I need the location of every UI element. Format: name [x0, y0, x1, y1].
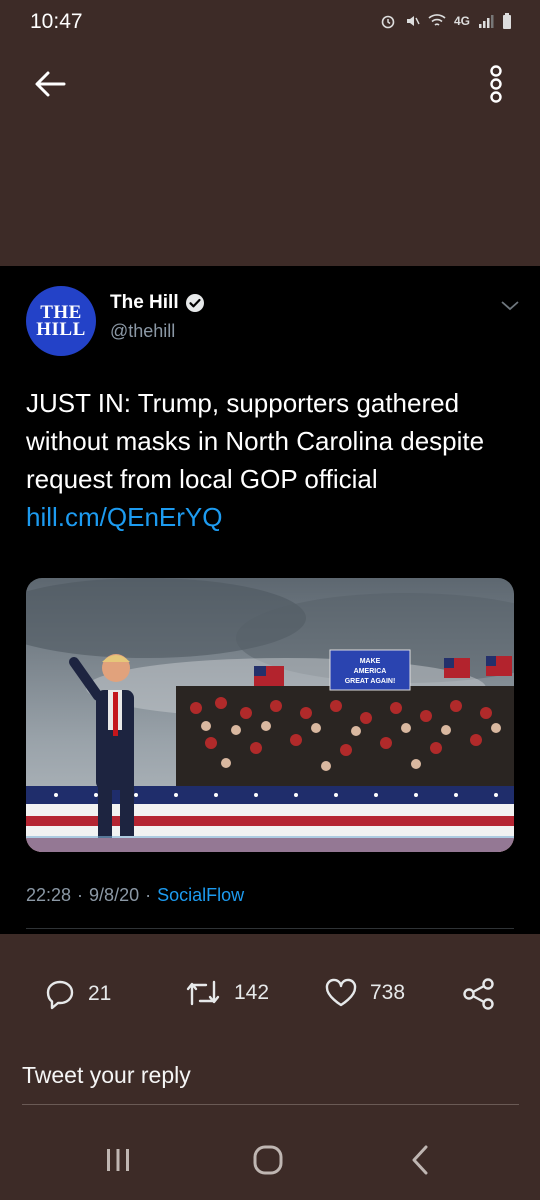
status-icons: 4G [380, 12, 512, 30]
battery-icon [503, 13, 511, 29]
avatar[interactable]: THE HILL [26, 286, 96, 356]
network-type: 4G [453, 14, 470, 28]
chevron-left-icon [412, 1145, 428, 1175]
meta-separator: · [145, 885, 152, 905]
tweet-source[interactable]: SocialFlow [157, 885, 244, 906]
tweet-photo[interactable]: MAKE AMERICA GREAT AGAIN! [26, 578, 514, 852]
recent-apps-button[interactable] [88, 1138, 148, 1182]
reply-count: 21 [88, 982, 112, 1005]
author-name-row[interactable]: The Hill [110, 292, 205, 314]
mute-icon [406, 16, 420, 26]
meta-separator: · [77, 885, 84, 905]
chevron-down-icon[interactable] [498, 296, 522, 316]
share-icon [463, 978, 494, 1010]
home-icon [253, 1145, 283, 1175]
tweet-time: 22:28 [26, 885, 72, 905]
more-options-button[interactable] [478, 60, 514, 108]
tweet-text: JUST IN: Trump, supporters gathered with… [26, 384, 520, 536]
retweet-count: 142 [234, 981, 270, 1004]
reply-placeholder: Tweet your reply [22, 1062, 191, 1088]
avatar-text-line2: HILL [36, 319, 86, 340]
sign-line1: MAKE [360, 658, 381, 665]
recent-apps-icon [107, 1149, 129, 1171]
author-name: The Hill [110, 292, 179, 313]
like-count: 738 [370, 981, 406, 1004]
tweet-link[interactable]: hill.cm/QEnErYQ [26, 502, 223, 532]
home-button[interactable] [238, 1138, 298, 1182]
heart-icon [325, 978, 357, 1007]
sign-line3: GREAT AGAIN! [345, 678, 396, 685]
status-time: 10:47 [30, 10, 83, 33]
like-button[interactable]: 738 [324, 978, 405, 1008]
back-button[interactable] [28, 62, 72, 106]
alarm-icon [381, 15, 395, 29]
tweet-date: 9/8/20 [89, 885, 140, 905]
divider [26, 928, 514, 929]
retweet-icon [186, 980, 220, 1006]
wifi-icon [428, 14, 446, 26]
rally-photo-illustration: MAKE AMERICA GREAT AGAIN! [26, 578, 514, 852]
arrow-left-icon [35, 71, 66, 97]
verified-badge-icon [185, 294, 204, 312]
tweet-body: JUST IN: Trump, supporters gathered with… [26, 388, 485, 494]
more-vertical-icon [490, 65, 502, 103]
sign-line2: AMERICA [354, 668, 387, 675]
signal-icon [479, 15, 494, 28]
author-handle[interactable]: @thehill [110, 321, 175, 342]
system-back-button[interactable] [390, 1138, 450, 1182]
share-button[interactable] [462, 978, 496, 1010]
reply-icon [46, 980, 74, 1010]
retweet-button[interactable]: 142 [184, 978, 269, 1008]
tweet-meta: 22:28 · 9/8/20 · SocialFlow [26, 885, 244, 906]
reply-input[interactable]: Tweet your reply [22, 1060, 519, 1105]
reply-button[interactable]: 21 [44, 978, 111, 1010]
